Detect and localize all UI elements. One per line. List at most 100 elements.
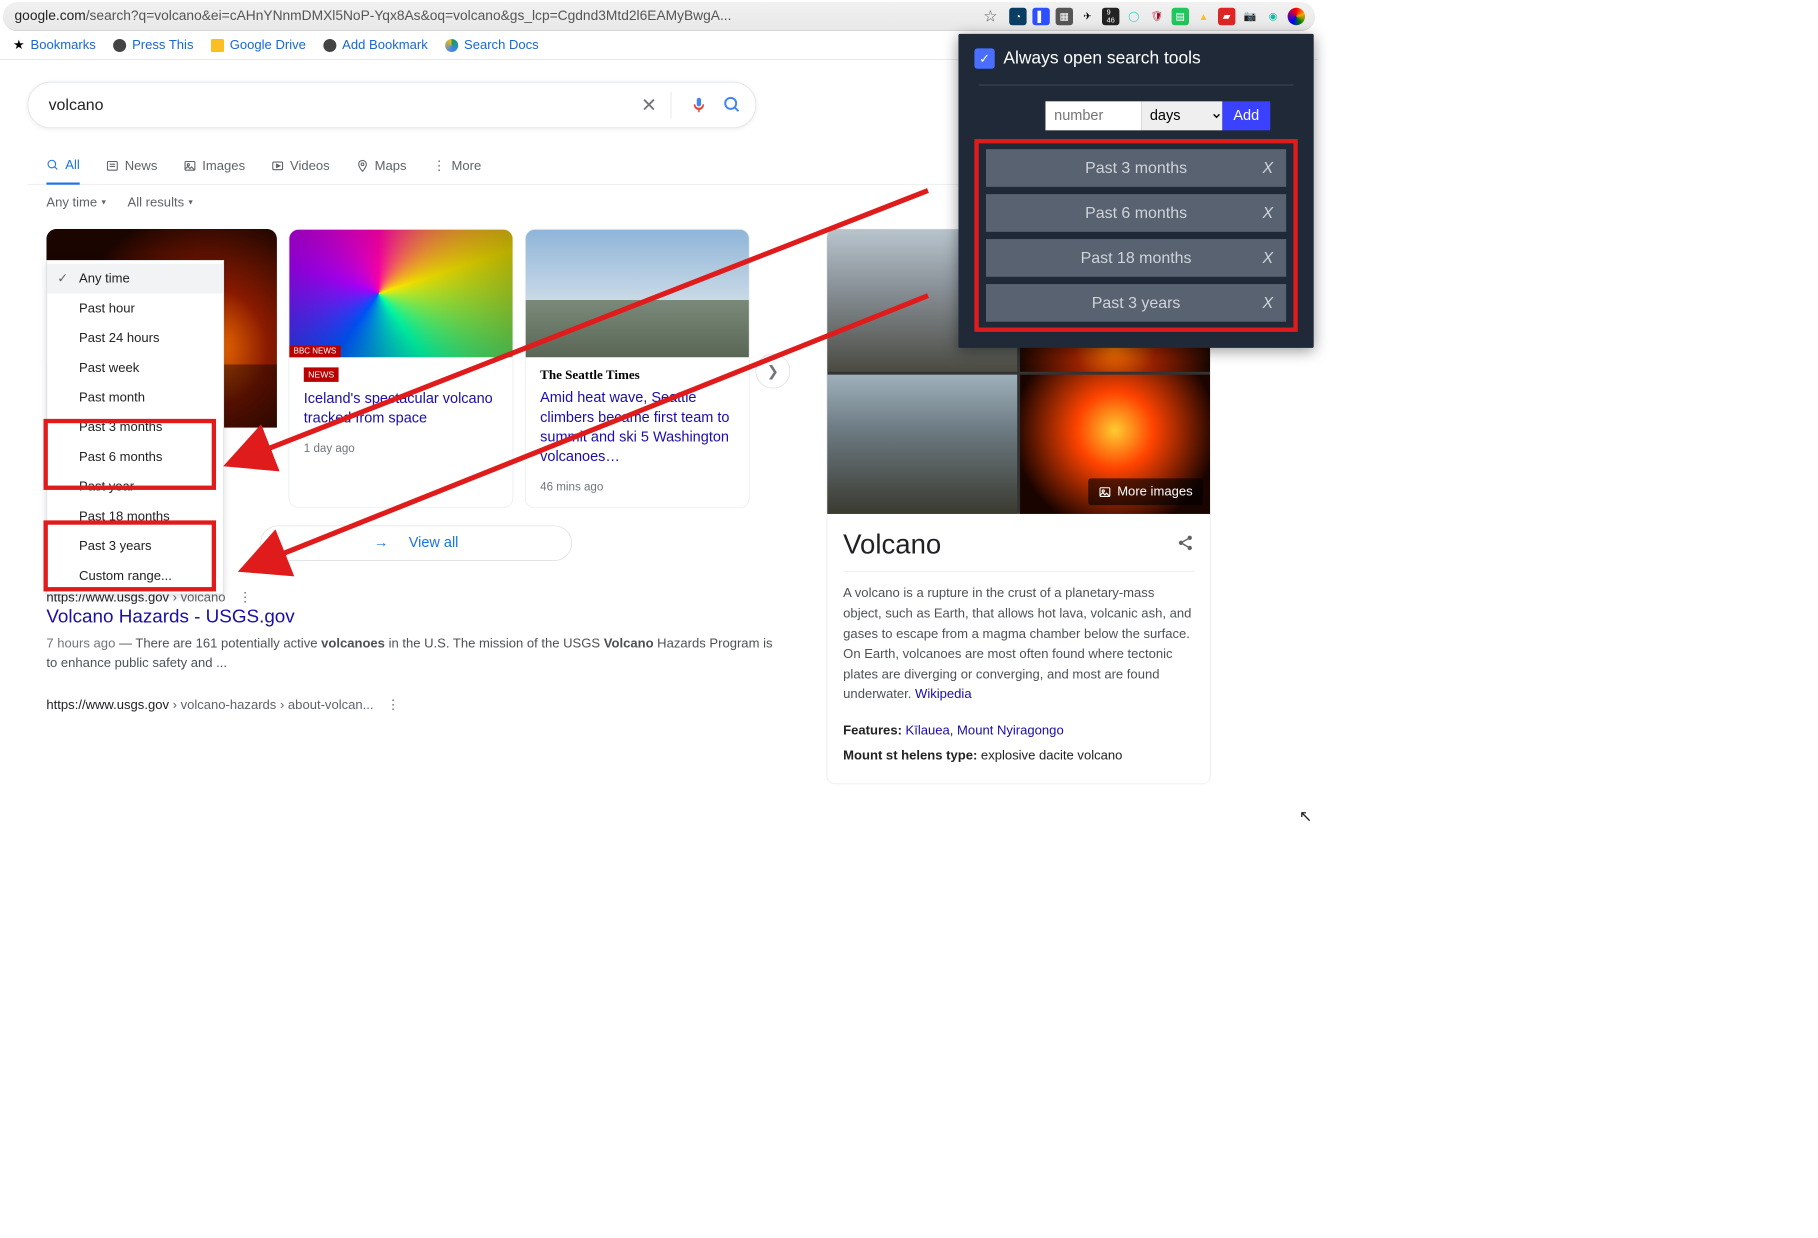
result-breadcrumb: https://www.usgs.gov › volcano-hazards ›… <box>46 697 786 712</box>
story-title: Iceland's spectacular volcano tracked fr… <box>304 389 498 428</box>
tab-maps[interactable]: Maps <box>356 158 407 183</box>
time-option-any-time[interactable]: Any time <box>47 264 223 294</box>
carousel-next-button[interactable]: ❯ <box>755 354 790 389</box>
ext-icon[interactable]: ◔ <box>1009 7 1026 24</box>
story-card[interactable]: The Seattle Times Amid heat wave, Seattl… <box>525 229 750 508</box>
clear-icon[interactable]: ✕ <box>637 93 660 116</box>
custom-ranges-list: Past 3 monthsX Past 6 monthsX Past 18 mo… <box>974 139 1297 332</box>
checkbox-checked-icon[interactable]: ✓ <box>974 48 994 68</box>
result-menu-icon[interactable]: ⋮ <box>239 590 252 605</box>
url[interactable]: google.com/search?q=volcano&ei=cAHnYNnmD… <box>9 8 976 24</box>
mic-icon[interactable] <box>687 93 710 116</box>
time-option-past-hour[interactable]: Past hour <box>47 293 223 323</box>
caret-down-icon: ▼ <box>187 198 194 206</box>
filter-any-time[interactable]: Any time▼ <box>46 195 107 210</box>
search-result: https://www.usgs.gov › volcano⋮ Volcano … <box>46 590 786 673</box>
story-timestamp: 1 day ago <box>304 443 498 456</box>
publisher-badge: NEWS <box>304 367 339 382</box>
kp-facts: Features: Kīlauea, Mount Nyiragongo Moun… <box>843 718 1194 768</box>
ext-icon[interactable]: ✈ <box>1079 7 1096 24</box>
range-item[interactable]: Past 3 monthsX <box>986 149 1286 187</box>
kp-source-link[interactable]: Wikipedia <box>915 687 972 702</box>
ext-icon[interactable]: ▌ <box>1032 7 1049 24</box>
bookmark-bookmarks[interactable]: ★Bookmarks <box>13 38 96 53</box>
always-open-label: Always open search tools <box>1003 48 1200 68</box>
mouse-cursor-icon: ↖ <box>1299 807 1312 826</box>
search-input[interactable] <box>49 96 628 115</box>
address-bar: google.com/search?q=volcano&ei=cAHnYNnmD… <box>3 2 1315 31</box>
ext-icon[interactable]: 🛡 <box>1148 7 1165 24</box>
tab-more[interactable]: ⋮More <box>433 158 482 183</box>
result-menu-icon[interactable]: ⋮ <box>387 697 400 712</box>
filter-all-results[interactable]: All results▼ <box>128 195 195 210</box>
result-snippet: 7 hours ago — There are 161 potentially … <box>46 633 786 672</box>
story-card[interactable]: BBC NEWS NEWS Iceland's spectacular volc… <box>289 229 514 508</box>
kp-title: Volcano <box>843 530 941 561</box>
time-option-past-year[interactable]: Past year <box>47 472 223 502</box>
globe-icon <box>323 39 336 52</box>
time-range-dropdown: Any time Past hour Past 24 hours Past we… <box>46 260 224 594</box>
kp-image[interactable]: More images <box>1020 375 1210 514</box>
ext-icon[interactable]: ▰ <box>1218 7 1235 24</box>
ext-icon[interactable]: 946 <box>1102 7 1119 24</box>
search-box: ✕ <box>28 82 757 128</box>
bookmark-press-this[interactable]: Press This <box>113 38 193 53</box>
add-button[interactable]: Add <box>1222 101 1270 130</box>
number-input[interactable] <box>1045 101 1141 130</box>
bookmark-add-bookmark[interactable]: Add Bookmark <box>323 38 427 53</box>
extension-icons: ◔ ▌ ▦ ✈ 946 ◯ 🛡 ▤ ▲ ▰ 📷 ◉ <box>1005 7 1310 24</box>
ext-icon[interactable]: ▲ <box>1195 7 1212 24</box>
more-images-button[interactable]: More images <box>1088 478 1203 505</box>
divider <box>979 85 1294 86</box>
delete-icon[interactable]: X <box>1262 204 1273 223</box>
bookmark-google-drive[interactable]: Google Drive <box>211 38 306 53</box>
kp-feature-link[interactable]: Kīlauea, Mount Nyiragongo <box>906 723 1064 738</box>
view-all-button[interactable]: → View all <box>260 525 572 561</box>
tab-images[interactable]: Images <box>183 158 245 183</box>
story-timestamp: 46 mins ago <box>540 481 734 494</box>
share-icon[interactable] <box>1177 534 1194 556</box>
search-result: https://www.usgs.gov › volcano-hazards ›… <box>46 697 786 712</box>
ext-icon[interactable]: ▦ <box>1056 7 1073 24</box>
time-option-past-3-months[interactable]: Past 3 months <box>47 412 223 442</box>
ext-icon[interactable]: 📷 <box>1241 7 1258 24</box>
tab-videos[interactable]: Videos <box>271 158 330 183</box>
time-option-past-week[interactable]: Past week <box>47 353 223 383</box>
time-option-past-24-hours[interactable]: Past 24 hours <box>47 323 223 353</box>
extension-popup: ✓ Always open search tools days Add Past… <box>958 34 1313 348</box>
caret-down-icon: ▼ <box>100 198 107 206</box>
delete-icon[interactable]: X <box>1262 159 1273 178</box>
delete-icon[interactable]: X <box>1262 249 1273 268</box>
search-icon[interactable] <box>721 93 744 116</box>
time-option-past-6-months[interactable]: Past 6 months <box>47 442 223 472</box>
ext-icon[interactable]: ▤ <box>1172 7 1189 24</box>
ext-icon[interactable]: ◉ <box>1264 7 1281 24</box>
ext-icon[interactable]: ◯ <box>1125 7 1142 24</box>
folder-icon <box>211 39 224 52</box>
bookmark-star-icon[interactable]: ☆ <box>983 7 997 26</box>
time-option-custom-range[interactable]: Custom range... <box>47 561 223 591</box>
time-option-past-3-years[interactable]: Past 3 years <box>47 531 223 561</box>
time-option-past-18-months[interactable]: Past 18 months <box>47 502 223 532</box>
bookmark-search-docs[interactable]: Search Docs <box>445 38 539 53</box>
tab-all[interactable]: All <box>46 157 79 185</box>
time-option-past-month[interactable]: Past month <box>47 383 223 413</box>
kp-description: A volcano is a rupture in the crust of a… <box>843 583 1194 704</box>
globe-icon <box>113 39 126 52</box>
range-item[interactable]: Past 3 yearsX <box>986 284 1286 322</box>
top-stories-carousel: Kilauea, Mauna Loa volcanoes being BBC N… <box>220 229 786 508</box>
result-title-link[interactable]: Volcano Hazards - USGS.gov <box>46 605 294 627</box>
arrow-right-icon: → <box>374 535 389 552</box>
story-title: Amid heat wave, Seattle climbers became … <box>540 388 734 466</box>
tab-news[interactable]: News <box>106 158 157 183</box>
range-item[interactable]: Past 18 monthsX <box>986 239 1286 277</box>
publisher-name: The Seattle Times <box>540 367 734 382</box>
kp-image[interactable] <box>827 375 1017 514</box>
ext-icon[interactable] <box>1288 7 1305 24</box>
unit-select[interactable]: days <box>1141 101 1222 130</box>
star-icon: ★ <box>13 38 25 53</box>
story-image <box>526 230 749 358</box>
range-item[interactable]: Past 6 monthsX <box>986 194 1286 232</box>
drive-icon <box>445 39 458 52</box>
delete-icon[interactable]: X <box>1262 293 1273 312</box>
